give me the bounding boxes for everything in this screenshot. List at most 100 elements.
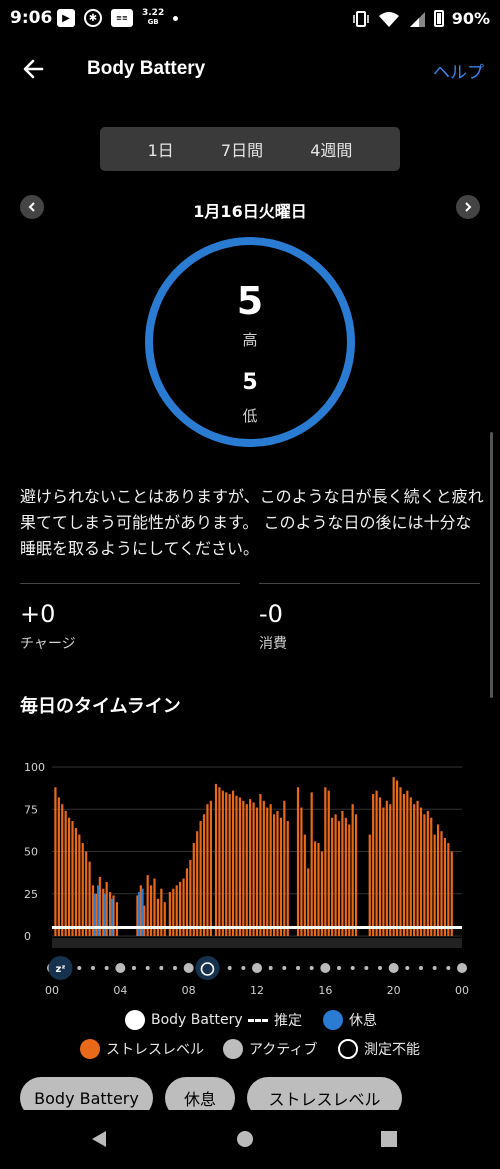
x-tick-label: 00 bbox=[455, 984, 469, 997]
status-icons: ▶ ✱ ≡≡ 3.22 GB bbox=[57, 8, 179, 27]
y-tick-label: 50 bbox=[24, 846, 38, 859]
axis-dot bbox=[91, 966, 95, 970]
help-link[interactable]: ヘルプ bbox=[433, 58, 484, 83]
white-dot-icon bbox=[125, 1010, 145, 1030]
timeline-chart: 100755025000 04 08 12 16 20 00zᶻ bbox=[24, 761, 469, 997]
stress-bar bbox=[238, 797, 242, 936]
axis-dot bbox=[173, 966, 177, 970]
stress-bar bbox=[324, 787, 327, 936]
axis-dot bbox=[419, 966, 423, 970]
tab-7-days[interactable]: 7日間 bbox=[221, 137, 263, 161]
legend-label: 測定不能 bbox=[364, 1042, 420, 1058]
drain-value: -0 bbox=[259, 600, 283, 628]
status-bar: 9:06 ▶ ✱ ≡≡ 3.22 GB 90% bbox=[0, 0, 500, 38]
accessibility-icon: ✱ bbox=[84, 9, 102, 27]
stress-bar bbox=[433, 834, 436, 936]
axis-dot bbox=[432, 966, 437, 970]
rest-bar bbox=[103, 893, 107, 936]
data-usage-value: 3.22 bbox=[142, 8, 165, 18]
stress-bar bbox=[235, 795, 238, 936]
date-label: 1月16日火曜日 bbox=[193, 202, 307, 221]
axis-dot bbox=[77, 966, 82, 970]
axis-dot bbox=[241, 966, 246, 970]
stress-bar bbox=[368, 834, 371, 936]
x-tick-label: 04 bbox=[113, 984, 127, 997]
notification-icon: ▶ bbox=[57, 9, 75, 27]
stress-bar bbox=[399, 787, 402, 936]
alarm-icon bbox=[195, 956, 220, 980]
stress-bar bbox=[276, 810, 279, 936]
page-title: Body Battery bbox=[87, 58, 206, 79]
scrollbar[interactable] bbox=[490, 432, 493, 698]
stress-bar bbox=[286, 821, 289, 936]
tab-4-weeks[interactable]: 4週間 bbox=[310, 137, 352, 161]
stress-bar bbox=[402, 794, 406, 936]
low-label: 低 bbox=[242, 407, 258, 425]
axis-dot bbox=[337, 966, 341, 970]
stress-bar bbox=[317, 843, 320, 936]
axis-marker bbox=[183, 963, 194, 973]
stress-bar bbox=[327, 790, 330, 936]
stress-bar bbox=[378, 797, 382, 936]
stress-bar bbox=[447, 843, 450, 936]
back-arrow-icon[interactable] bbox=[20, 54, 50, 84]
stress-bar bbox=[228, 794, 231, 936]
recents-square-icon[interactable] bbox=[380, 1130, 398, 1148]
rest-bar bbox=[110, 898, 113, 936]
stress-bar bbox=[202, 814, 206, 936]
stress-bar bbox=[156, 898, 160, 936]
system-nav-bar bbox=[0, 1110, 500, 1169]
axis-dot bbox=[227, 966, 232, 970]
home-circle-icon[interactable] bbox=[236, 1130, 254, 1148]
axis-dot bbox=[159, 966, 164, 970]
legend-active: アクティブ bbox=[223, 1039, 317, 1059]
stress-bar bbox=[351, 804, 354, 936]
y-tick-label: 75 bbox=[24, 803, 38, 816]
battery-icon bbox=[433, 10, 444, 27]
stress-bar bbox=[189, 859, 192, 936]
divider bbox=[259, 583, 480, 584]
stress-bar bbox=[300, 807, 303, 936]
stress-bar bbox=[443, 837, 447, 936]
stress-bar bbox=[57, 797, 60, 936]
legend-label: 推定 bbox=[274, 1013, 302, 1029]
wifi-icon bbox=[378, 11, 399, 27]
stress-bar bbox=[88, 861, 91, 936]
stress-bar bbox=[192, 843, 195, 936]
x-tick-label: 16 bbox=[318, 984, 332, 997]
x-tick-label: 20 bbox=[387, 984, 401, 997]
stress-bar bbox=[296, 787, 300, 936]
stress-bar bbox=[344, 817, 347, 936]
axis-marker bbox=[320, 963, 331, 973]
axis-marker bbox=[388, 963, 399, 973]
next-day-button[interactable] bbox=[456, 195, 480, 219]
axis-dot bbox=[446, 966, 451, 970]
stress-bar bbox=[409, 797, 412, 936]
axis-dot bbox=[145, 966, 150, 970]
drain-label: 消費 bbox=[259, 636, 287, 652]
stress-bar bbox=[252, 802, 255, 936]
axis-dot bbox=[282, 966, 287, 970]
stress-bar bbox=[64, 810, 67, 936]
stress-bar bbox=[168, 892, 171, 936]
stress-bar bbox=[221, 790, 224, 936]
status-right: 90% bbox=[352, 9, 490, 28]
back-triangle-icon[interactable] bbox=[90, 1130, 108, 1148]
stress-bar bbox=[348, 824, 351, 936]
chevron-right-icon bbox=[465, 202, 472, 212]
axis-dot bbox=[378, 966, 382, 970]
stress-bar bbox=[430, 817, 433, 936]
legend-label: アクティブ bbox=[249, 1042, 318, 1058]
rest-bar bbox=[93, 893, 96, 936]
charge-value: +0 bbox=[20, 600, 56, 628]
legend-stress: ストレスレベル bbox=[80, 1039, 204, 1059]
period-tabs: 1日 7日間 4週間 bbox=[100, 127, 400, 171]
tab-1-day[interactable]: 1日 bbox=[148, 137, 174, 161]
stress-bar bbox=[61, 804, 64, 936]
stress-bar bbox=[283, 800, 286, 936]
stress-bar bbox=[307, 868, 310, 936]
stress-bar bbox=[199, 821, 202, 936]
carrier-icon: ≡≡ bbox=[111, 9, 133, 27]
stress-bar bbox=[262, 800, 265, 936]
stress-bar bbox=[389, 804, 392, 936]
